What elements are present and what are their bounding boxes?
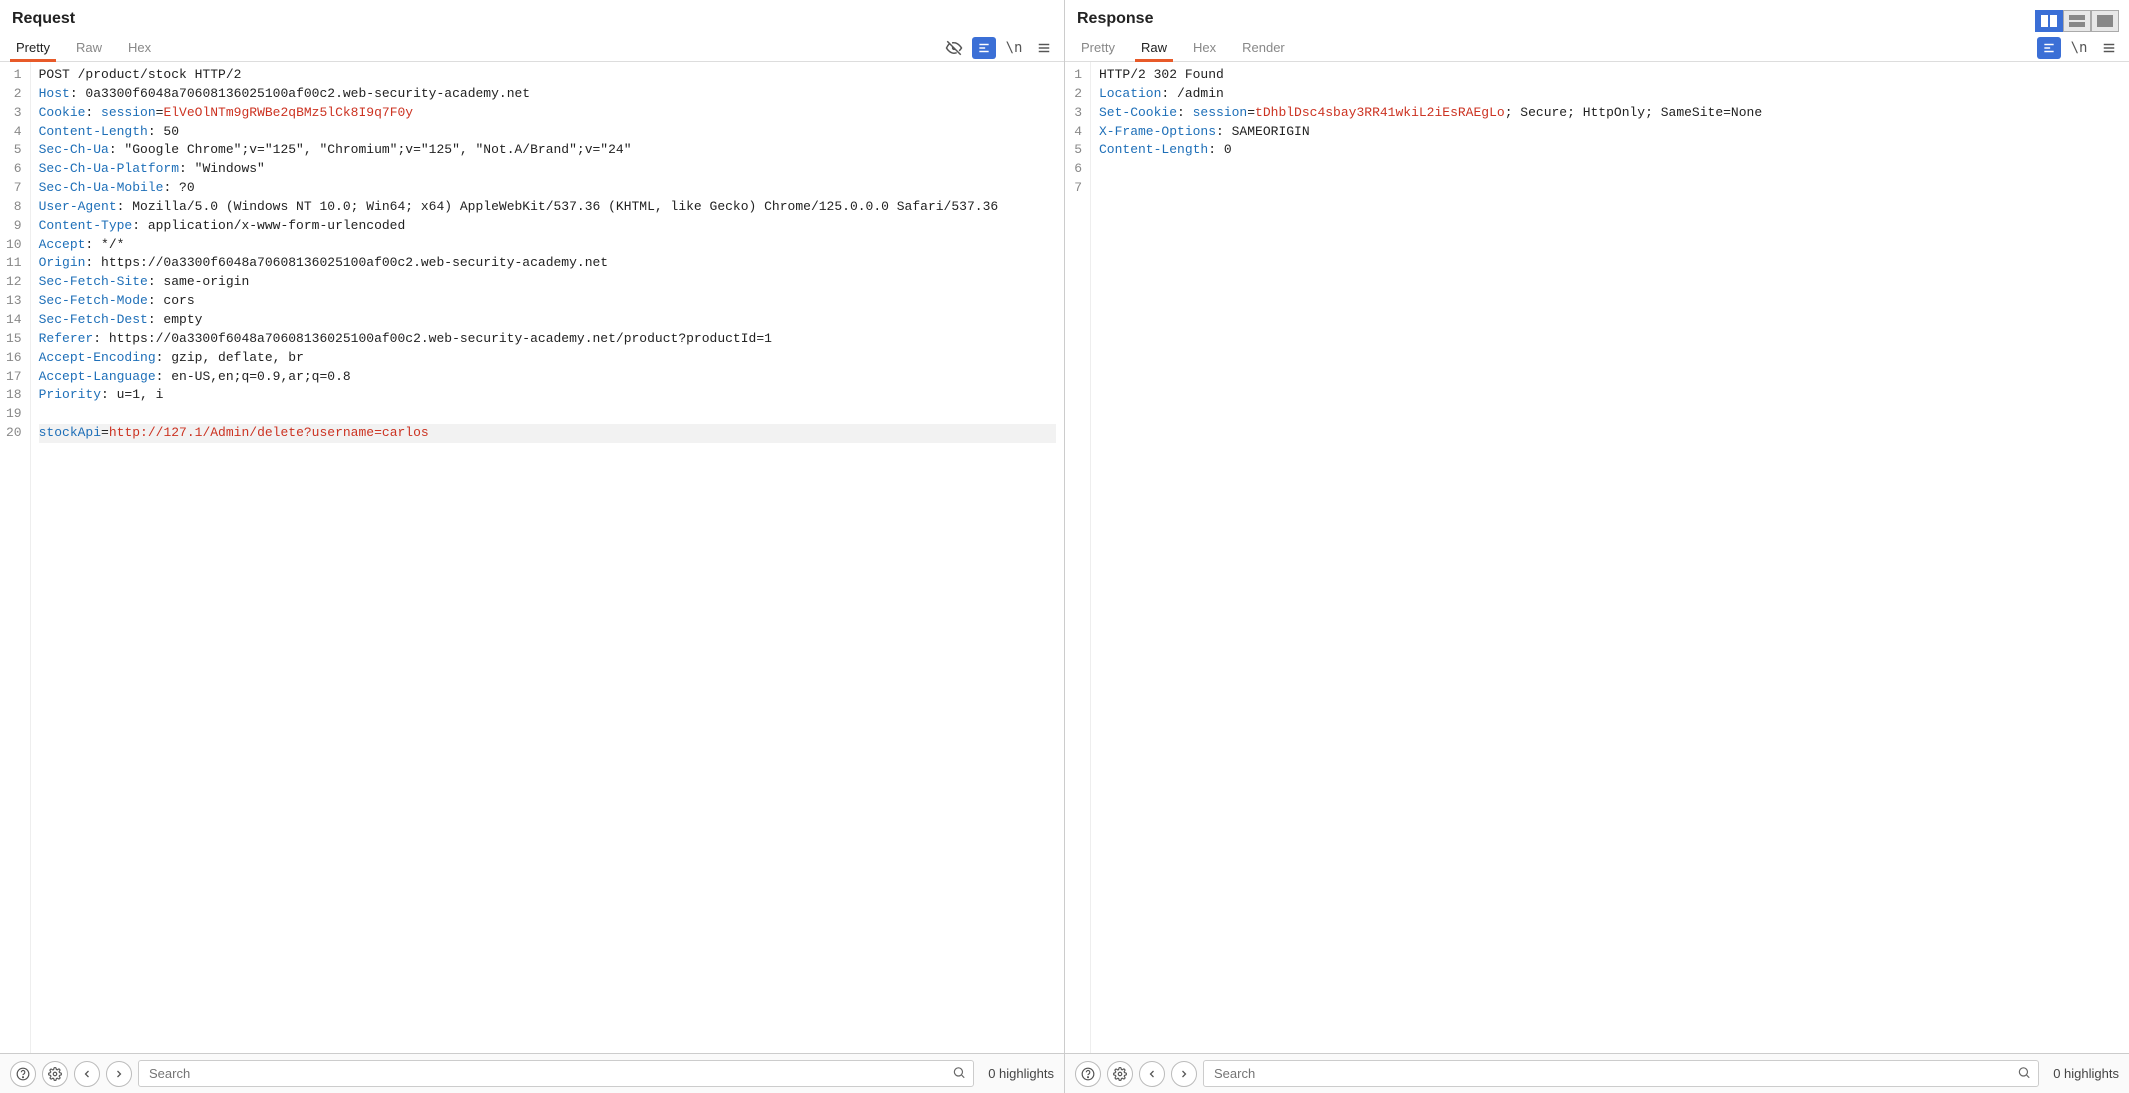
request-menu-icon[interactable]: [1032, 37, 1056, 59]
help-icon[interactable]: [1075, 1061, 1101, 1087]
format-icon[interactable]: [972, 37, 996, 59]
toggle-visibility-icon[interactable]: [942, 37, 966, 59]
request-tabs-row: Pretty Raw Hex \n: [0, 34, 1064, 62]
request-search-box: [138, 1060, 974, 1087]
response-search-input[interactable]: [1203, 1060, 2039, 1087]
response-gutter: 1234567: [1065, 62, 1091, 1053]
response-panel: Response Pretty Raw Hex Render \n 1234567 H…: [1065, 0, 2129, 1053]
response-code-lines[interactable]: HTTP/2 302 Found Location: /admin Set-Co…: [1091, 62, 2129, 1053]
settings-icon[interactable]: [1107, 1061, 1133, 1087]
request-tab-hex[interactable]: Hex: [124, 34, 155, 61]
response-tab-pretty[interactable]: Pretty: [1077, 34, 1119, 61]
request-footer: 0 highlights: [0, 1054, 1065, 1093]
layout-single-button[interactable]: [2091, 10, 2119, 32]
nav-back-button[interactable]: [74, 1061, 100, 1087]
newline-icon[interactable]: \n: [1002, 37, 1026, 59]
response-footer: 0 highlights: [1065, 1054, 2129, 1093]
response-tab-hex[interactable]: Hex: [1189, 34, 1220, 61]
response-tab-render[interactable]: Render: [1238, 34, 1289, 61]
request-gutter: 1234567891011121314151617181920: [0, 62, 31, 1053]
nav-forward-button[interactable]: [106, 1061, 132, 1087]
request-tabs: Pretty Raw Hex: [12, 34, 942, 61]
nav-forward-button[interactable]: [1171, 1061, 1197, 1087]
format-icon[interactable]: [2037, 37, 2061, 59]
request-search-input[interactable]: [138, 1060, 974, 1087]
layout-vertical-split-button[interactable]: [2035, 10, 2063, 32]
response-highlights-count: 0 highlights: [2045, 1066, 2119, 1081]
footer: 0 highlights 0 highlights: [0, 1053, 2129, 1093]
request-code-area[interactable]: 1234567891011121314151617181920 POST /pr…: [0, 62, 1064, 1053]
request-highlights-count: 0 highlights: [980, 1066, 1054, 1081]
response-menu-icon[interactable]: [2097, 37, 2121, 59]
response-title: Response: [1065, 0, 2129, 34]
nav-back-button[interactable]: [1139, 1061, 1165, 1087]
response-tab-raw[interactable]: Raw: [1137, 34, 1171, 61]
response-search-box: [1203, 1060, 2039, 1087]
request-tab-raw[interactable]: Raw: [72, 34, 106, 61]
response-code-area[interactable]: 1234567 HTTP/2 302 Found Location: /admi…: [1065, 62, 2129, 1053]
response-tabs-row: Pretty Raw Hex Render \n: [1065, 34, 2129, 62]
request-code-lines[interactable]: POST /product/stock HTTP/2 Host: 0a3300f…: [31, 62, 1064, 1053]
request-tab-pretty[interactable]: Pretty: [12, 34, 54, 61]
request-panel: Request Pretty Raw Hex \n 1234567891011121…: [0, 0, 1065, 1053]
layout-horizontal-split-button[interactable]: [2063, 10, 2091, 32]
help-icon[interactable]: [10, 1061, 36, 1087]
response-tabs: Pretty Raw Hex Render: [1077, 34, 2037, 61]
settings-icon[interactable]: [42, 1061, 68, 1087]
newline-icon[interactable]: \n: [2067, 37, 2091, 59]
layout-toolbar: [2035, 10, 2119, 32]
request-title: Request: [0, 0, 1064, 34]
